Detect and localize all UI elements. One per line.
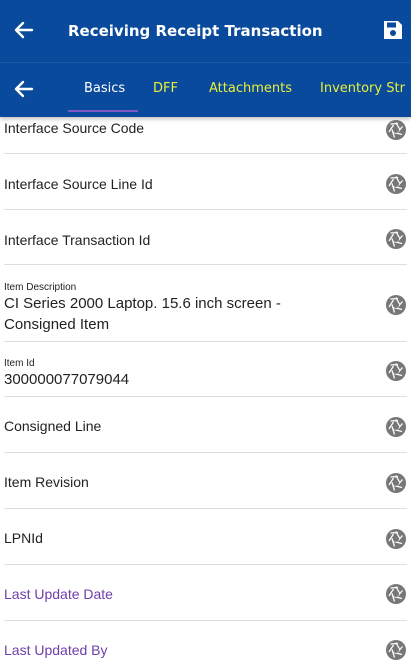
field-value: 300000077079044 <box>4 371 130 388</box>
active-tab-indicator <box>68 110 138 112</box>
field-row-interface-source-line-id[interactable]: Interface Source Line Id <box>4 154 407 210</box>
arrow-left-icon <box>14 80 34 98</box>
save-icon <box>384 21 402 39</box>
field-label: Last Update Date <box>4 586 113 602</box>
field-row-lpnid[interactable]: LPNId <box>4 509 407 565</box>
camera-shutter-icon[interactable] <box>385 173 407 195</box>
camera-shutter-icon[interactable] <box>385 228 407 250</box>
field-label: Item Description <box>4 282 77 293</box>
field-label: Interface Source Code <box>4 120 145 136</box>
tab-attachments[interactable]: Attachments <box>209 80 292 98</box>
page-title: Receiving Receipt Transaction ... <box>68 22 328 40</box>
field-row-last-updated-by[interactable]: Last Updated By <box>4 621 407 667</box>
back-button[interactable] <box>12 18 36 42</box>
field-label: Item Revision <box>4 474 89 490</box>
camera-shutter-icon[interactable] <box>385 472 407 494</box>
field-label: Last Updated By <box>4 642 108 658</box>
camera-shutter-icon[interactable] <box>385 528 407 550</box>
field-list: Interface Source Code Interface Source L… <box>0 117 411 667</box>
camera-shutter-icon[interactable] <box>385 639 407 661</box>
field-label: Item Id <box>4 358 35 369</box>
field-row-item-id[interactable]: Item Id 300000077079044 <box>4 342 407 397</box>
camera-shutter-icon[interactable] <box>385 294 407 316</box>
field-row-interface-transaction-id[interactable]: Interface Transaction Id <box>4 210 407 265</box>
field-row-consigned-line[interactable]: Consigned Line <box>4 397 407 453</box>
arrow-left-icon <box>14 21 34 39</box>
field-row-item-description[interactable]: Item Description CI Series 2000 Laptop. … <box>4 265 407 342</box>
field-row-interface-source-code[interactable]: Interface Source Code <box>4 117 407 154</box>
tab-basics[interactable]: Basics <box>84 80 125 98</box>
field-value: CI Series 2000 Laptop. 15.6 inch screen … <box>4 295 281 333</box>
field-row-item-revision[interactable]: Item Revision <box>4 453 407 509</box>
field-label: Interface Transaction Id <box>4 232 151 248</box>
save-button[interactable] <box>382 19 404 41</box>
field-label: Consigned Line <box>4 418 102 434</box>
tab-bar: Basics DFF Attachments Inventory Str <box>0 63 411 117</box>
top-bar: Receiving Receipt Transaction ... <box>0 0 411 62</box>
camera-shutter-icon[interactable] <box>385 119 407 141</box>
tab-inventory-str[interactable]: Inventory Str <box>320 80 405 98</box>
field-label: LPNId <box>4 530 43 546</box>
camera-shutter-icon[interactable] <box>385 360 407 382</box>
camera-shutter-icon[interactable] <box>385 583 407 605</box>
tab-back-button[interactable] <box>12 77 36 101</box>
app-header: Receiving Receipt Transaction ... Basics… <box>0 0 411 117</box>
field-label: Interface Source Line Id <box>4 176 153 192</box>
camera-shutter-icon[interactable] <box>385 416 407 438</box>
field-row-last-update-date[interactable]: Last Update Date <box>4 565 407 621</box>
tab-dff[interactable]: DFF <box>153 80 178 98</box>
